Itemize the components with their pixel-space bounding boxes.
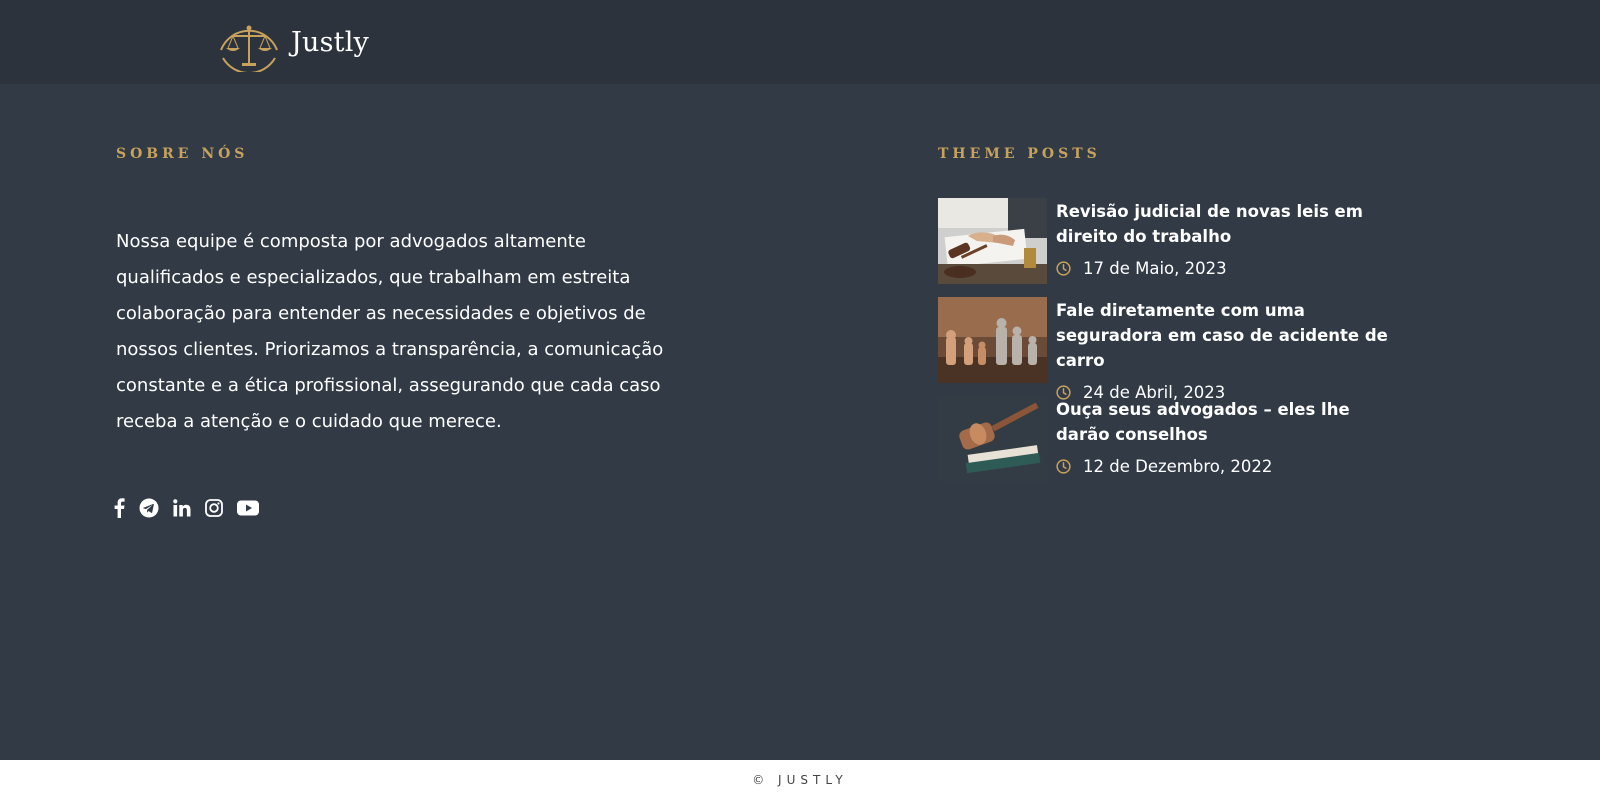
post-thumbnail[interactable] bbox=[938, 297, 1047, 383]
post-date-text: 17 de Maio, 2023 bbox=[1083, 259, 1227, 278]
post-title-link[interactable]: Revisão judicial de novas leis em direit… bbox=[1056, 199, 1406, 249]
post-date: 17 de Maio, 2023 bbox=[1056, 259, 1406, 278]
posts-heading: THEME POSTS bbox=[938, 146, 1101, 162]
post-thumbnail[interactable] bbox=[938, 198, 1047, 284]
instagram-icon bbox=[205, 499, 223, 517]
post-item: Ouça seus advogados – eles lhe darão con… bbox=[938, 396, 1438, 482]
clock-icon bbox=[1056, 261, 1071, 276]
clock-icon bbox=[1056, 459, 1071, 474]
chess-pieces-image bbox=[938, 297, 1047, 383]
recent-posts-list: Revisão judicial de novas leis em direit… bbox=[938, 198, 1438, 495]
post-item: Revisão judicial de novas leis em direit… bbox=[938, 198, 1438, 284]
about-text: Nossa equipe é composta por advogados al… bbox=[116, 231, 664, 432]
gavel-and-contract-image bbox=[938, 198, 1047, 284]
brand-name: Justly bbox=[291, 26, 370, 58]
copyright-bar: © JUSTLY bbox=[0, 760, 1600, 800]
post-title-link[interactable]: Ouça seus advogados – eles lhe darão con… bbox=[1056, 397, 1406, 447]
social-links bbox=[114, 498, 259, 518]
brand-logo[interactable]: Justly bbox=[213, 12, 369, 72]
post-date-text: 12 de Dezembro, 2022 bbox=[1083, 457, 1273, 476]
linkedin-icon bbox=[173, 499, 191, 517]
post-info: Ouça seus advogados – eles lhe darão con… bbox=[1047, 396, 1406, 482]
post-info: Fale diretamente com uma seguradora em c… bbox=[1047, 297, 1406, 402]
facebook-icon bbox=[114, 498, 125, 518]
linkedin-link[interactable] bbox=[173, 498, 191, 518]
facebook-link[interactable] bbox=[114, 498, 125, 518]
youtube-icon bbox=[237, 500, 259, 516]
instagram-link[interactable] bbox=[205, 498, 223, 518]
copyright-text: © JUSTLY bbox=[752, 773, 848, 787]
post-thumbnail[interactable] bbox=[938, 396, 1047, 482]
site-header: Justly bbox=[0, 0, 1600, 84]
post-title-link[interactable]: Fale diretamente com uma seguradora em c… bbox=[1056, 298, 1406, 373]
post-info: Revisão judicial de novas leis em direit… bbox=[1047, 198, 1406, 284]
youtube-link[interactable] bbox=[237, 498, 259, 518]
gavel-on-books-image bbox=[938, 396, 1047, 482]
telegram-link[interactable] bbox=[139, 498, 159, 518]
post-item: Fale diretamente com uma seguradora em c… bbox=[938, 297, 1438, 402]
telegram-icon bbox=[139, 498, 159, 518]
about-heading: SOBRE NÓS bbox=[116, 146, 249, 162]
post-date: 12 de Dezembro, 2022 bbox=[1056, 457, 1406, 476]
footer-widgets: SOBRE NÓS Nossa equipe é composta por ad… bbox=[0, 84, 1600, 760]
scales-of-justice-icon bbox=[220, 25, 278, 72]
